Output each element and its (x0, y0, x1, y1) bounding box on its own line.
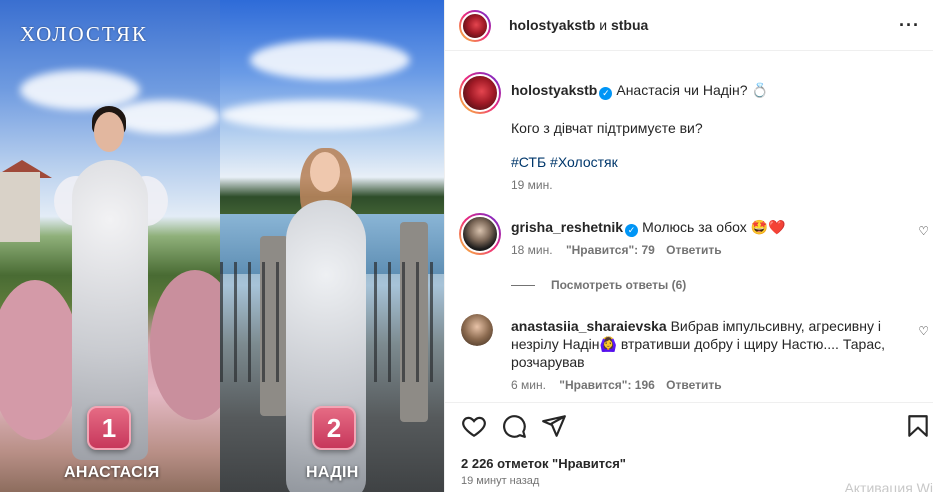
comment-avatar[interactable] (459, 213, 501, 255)
caption-line: holostyakstb ✓ Анастасія чи Надін? 💍 (511, 81, 769, 100)
comment-meta: 6 мин. "Нравится": 196 Ответить (511, 378, 722, 392)
collaborator-username[interactable]: stbua (611, 17, 648, 33)
verified-badge-icon: ✓ (599, 87, 613, 100)
view-replies-label: Посмотреть ответы (6) (551, 278, 687, 292)
comment-meta: 18 мин. "Нравится": 79 Ответить (511, 243, 722, 257)
comment-time: 18 мин. (511, 243, 553, 257)
comment-likes[interactable]: "Нравится": 196 (559, 378, 655, 392)
caption-time: 19 мин. (511, 178, 553, 192)
verified-badge-icon: ✓ (625, 224, 639, 237)
comment-like-heart-icon[interactable]: ♡ (918, 224, 929, 238)
number-badge-2: 2 (312, 406, 356, 450)
more-horizontal-icon[interactable]: ··· (899, 16, 920, 34)
cloud (220, 100, 420, 130)
caption-question: Кого з дівчат підтримуєте ви? (511, 120, 703, 136)
action-bar (445, 402, 933, 450)
photo-anastasia: ХОЛОСТЯК 1 АНАСТАСІЯ (0, 0, 220, 492)
contestant-name-2: НАДІН (306, 464, 359, 481)
comment-likes[interactable]: "Нравится": 79 (566, 243, 655, 257)
contestant-name-1: АНАСТАСІЯ (64, 464, 160, 481)
avatar[interactable] (459, 10, 491, 42)
author-username[interactable]: holostyakstb (509, 17, 595, 33)
send-icon[interactable] (541, 413, 567, 439)
post-sidebar: holostyakstb и stbua ··· holostyakstb ✓ Ан… (444, 0, 933, 492)
comment-line: grisha_reshetnik ✓ Молюсь за обох 🤩❤️ (511, 218, 786, 237)
comment-icon[interactable] (501, 413, 527, 439)
flower-bush (150, 270, 220, 420)
reply-button[interactable]: Ответить (666, 243, 721, 257)
bookmark-icon[interactable] (905, 413, 931, 439)
caption-avatar[interactable] (459, 72, 501, 114)
comment-username[interactable]: anastasiia_sharaievska (511, 318, 667, 334)
comment-time: 6 мин. (511, 378, 546, 392)
reply-button[interactable]: Ответить (666, 378, 721, 392)
comment-avatar[interactable] (461, 314, 493, 346)
caption-text: Анастасія чи Надін? 💍 (616, 82, 769, 98)
caption-hashtags[interactable]: #СТБ #Холостяк (511, 153, 618, 171)
photo-nadin: 2 НАДІН (220, 0, 444, 492)
show-logo: ХОЛОСТЯК (20, 22, 148, 46)
number-badge-1: 1 (87, 406, 131, 450)
view-replies-button[interactable]: Посмотреть ответы (6) (511, 278, 686, 292)
flower-bush (0, 280, 80, 440)
face (310, 152, 340, 192)
comment-text: Молюсь за обох 🤩❤️ (642, 219, 786, 235)
likes-count[interactable]: 2 226 отметок "Нравится" (461, 456, 626, 471)
caption-username[interactable]: holostyakstb (511, 82, 597, 98)
house (0, 172, 40, 242)
heart-icon[interactable] (461, 413, 487, 439)
author-connector: и (595, 17, 611, 33)
header-authors: holostyakstb и stbua (509, 17, 648, 33)
comment-like-heart-icon[interactable]: ♡ (918, 324, 929, 338)
face (94, 112, 124, 152)
cloud (250, 40, 410, 80)
comment-username[interactable]: grisha_reshetnik (511, 219, 623, 235)
post-header: holostyakstb и stbua ··· (445, 0, 933, 51)
comment-line: anastasiia_sharaievska Вибрав імпульсивн… (511, 317, 911, 371)
post-time: 19 минут назад (461, 475, 540, 487)
cloud (110, 100, 220, 134)
os-activation-watermark: Активация Wi (844, 480, 933, 492)
post-media[interactable]: ХОЛОСТЯК 1 АНАСТАСІЯ 2 НАДІН (0, 0, 444, 492)
cloud (20, 70, 140, 110)
replies-divider (511, 285, 535, 287)
